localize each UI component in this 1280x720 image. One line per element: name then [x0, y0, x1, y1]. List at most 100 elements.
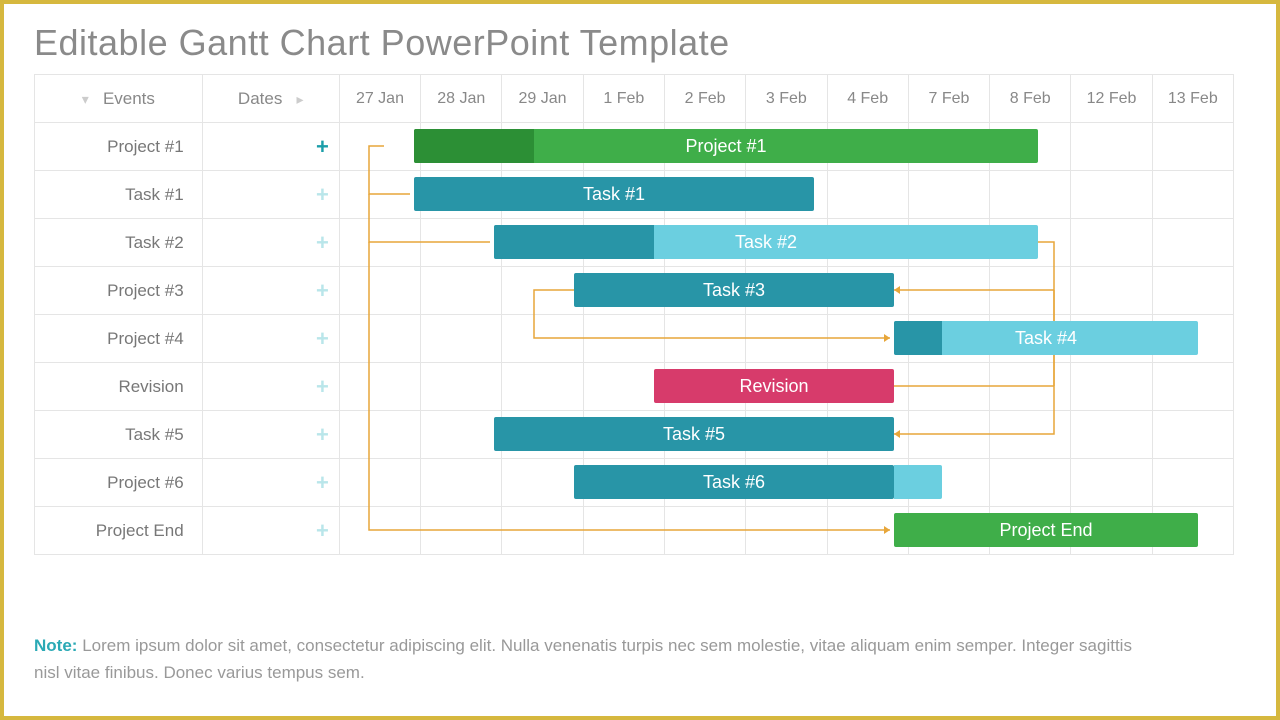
row-label: Task #5 [35, 411, 203, 459]
row-date-cell: + [202, 411, 339, 459]
cell [990, 171, 1071, 219]
col-day-7: 7 Feb [908, 75, 989, 123]
gantt-row: Project #1+ [35, 123, 1234, 171]
row-date-cell: + [202, 315, 339, 363]
cell [990, 219, 1071, 267]
gantt-row: Task #5 + [35, 411, 1234, 459]
cell [664, 507, 745, 555]
col-day-2: 29 Jan [502, 75, 583, 123]
cell [421, 411, 502, 459]
cell [1071, 459, 1152, 507]
col-events-label: Events [103, 89, 155, 108]
cell [908, 507, 989, 555]
cell [1071, 411, 1152, 459]
cell [583, 363, 664, 411]
cell [1071, 315, 1152, 363]
cell [583, 507, 664, 555]
cell [502, 411, 583, 459]
plus-icon[interactable]: + [316, 376, 329, 398]
cell [664, 171, 745, 219]
cell [502, 363, 583, 411]
cell [990, 507, 1071, 555]
chevron-right-icon[interactable]: ▸ [297, 91, 304, 107]
cell [339, 267, 420, 315]
cell [1152, 123, 1233, 171]
cell [421, 507, 502, 555]
cell [1152, 411, 1233, 459]
row-label: Task #2 [35, 219, 203, 267]
row-label: Project #3 [35, 267, 203, 315]
cell [421, 363, 502, 411]
row-date-cell: + [202, 507, 339, 555]
plus-icon[interactable]: + [316, 136, 329, 158]
cell [664, 267, 745, 315]
cell [827, 219, 908, 267]
cell [746, 315, 827, 363]
col-day-5: 3 Feb [746, 75, 827, 123]
plus-icon[interactable]: + [316, 232, 329, 254]
cell [502, 267, 583, 315]
row-label: Project #6 [35, 459, 203, 507]
cell [1152, 507, 1233, 555]
cell [421, 315, 502, 363]
cell [583, 411, 664, 459]
row-date-cell: + [202, 363, 339, 411]
cell [827, 411, 908, 459]
cell [827, 507, 908, 555]
cell [583, 267, 664, 315]
header-row: ▾ Events Dates ▸ 27 Jan28 Jan29 Jan1 Feb… [35, 75, 1234, 123]
cell [990, 363, 1071, 411]
gantt-row: Revision + [35, 363, 1234, 411]
row-label: Project End [35, 507, 203, 555]
cell [664, 219, 745, 267]
col-day-4: 2 Feb [664, 75, 745, 123]
col-day-6: 4 Feb [827, 75, 908, 123]
cell [990, 459, 1071, 507]
cell [827, 363, 908, 411]
plus-icon[interactable]: + [316, 520, 329, 542]
cell [827, 267, 908, 315]
cell [664, 363, 745, 411]
cell [339, 411, 420, 459]
cell [1152, 459, 1233, 507]
row-date-cell: + [202, 171, 339, 219]
cell [502, 459, 583, 507]
note-body: Lorem ipsum dolor sit amet, consectetur … [34, 636, 1132, 682]
cell [990, 315, 1071, 363]
row-label: Project #4 [35, 315, 203, 363]
gantt-row: Task #1+ [35, 171, 1234, 219]
col-dates-label: Dates [238, 89, 282, 108]
cell [746, 171, 827, 219]
cell [908, 459, 989, 507]
cell [1071, 267, 1152, 315]
plus-icon[interactable]: + [316, 424, 329, 446]
col-day-9: 12 Feb [1071, 75, 1152, 123]
cell [827, 123, 908, 171]
row-date-cell: + [202, 123, 339, 171]
cell [421, 123, 502, 171]
cell [339, 459, 420, 507]
plus-icon[interactable]: + [316, 184, 329, 206]
footnote: Note: Lorem ipsum dolor sit amet, consec… [34, 632, 1134, 686]
row-date-cell: + [202, 219, 339, 267]
gantt-chart: ▾ Events Dates ▸ 27 Jan28 Jan29 Jan1 Feb… [34, 74, 1234, 614]
plus-icon[interactable]: + [316, 328, 329, 350]
chevron-down-icon[interactable]: ▾ [82, 91, 89, 107]
cell [746, 123, 827, 171]
cell [583, 171, 664, 219]
note-label: Note: [34, 636, 77, 655]
cell [664, 123, 745, 171]
plus-icon[interactable]: + [316, 472, 329, 494]
slide: Editable Gantt Chart PowerPoint Template… [0, 0, 1280, 720]
plus-icon[interactable]: + [316, 280, 329, 302]
cell [664, 315, 745, 363]
row-label: Revision [35, 363, 203, 411]
cell [502, 123, 583, 171]
cell [1071, 507, 1152, 555]
gantt-row: Project #4 + [35, 315, 1234, 363]
cell [908, 123, 989, 171]
cell [1071, 123, 1152, 171]
page-title: Editable Gantt Chart PowerPoint Template [34, 22, 1246, 64]
cell [339, 507, 420, 555]
gantt-row: Task #2 + [35, 219, 1234, 267]
